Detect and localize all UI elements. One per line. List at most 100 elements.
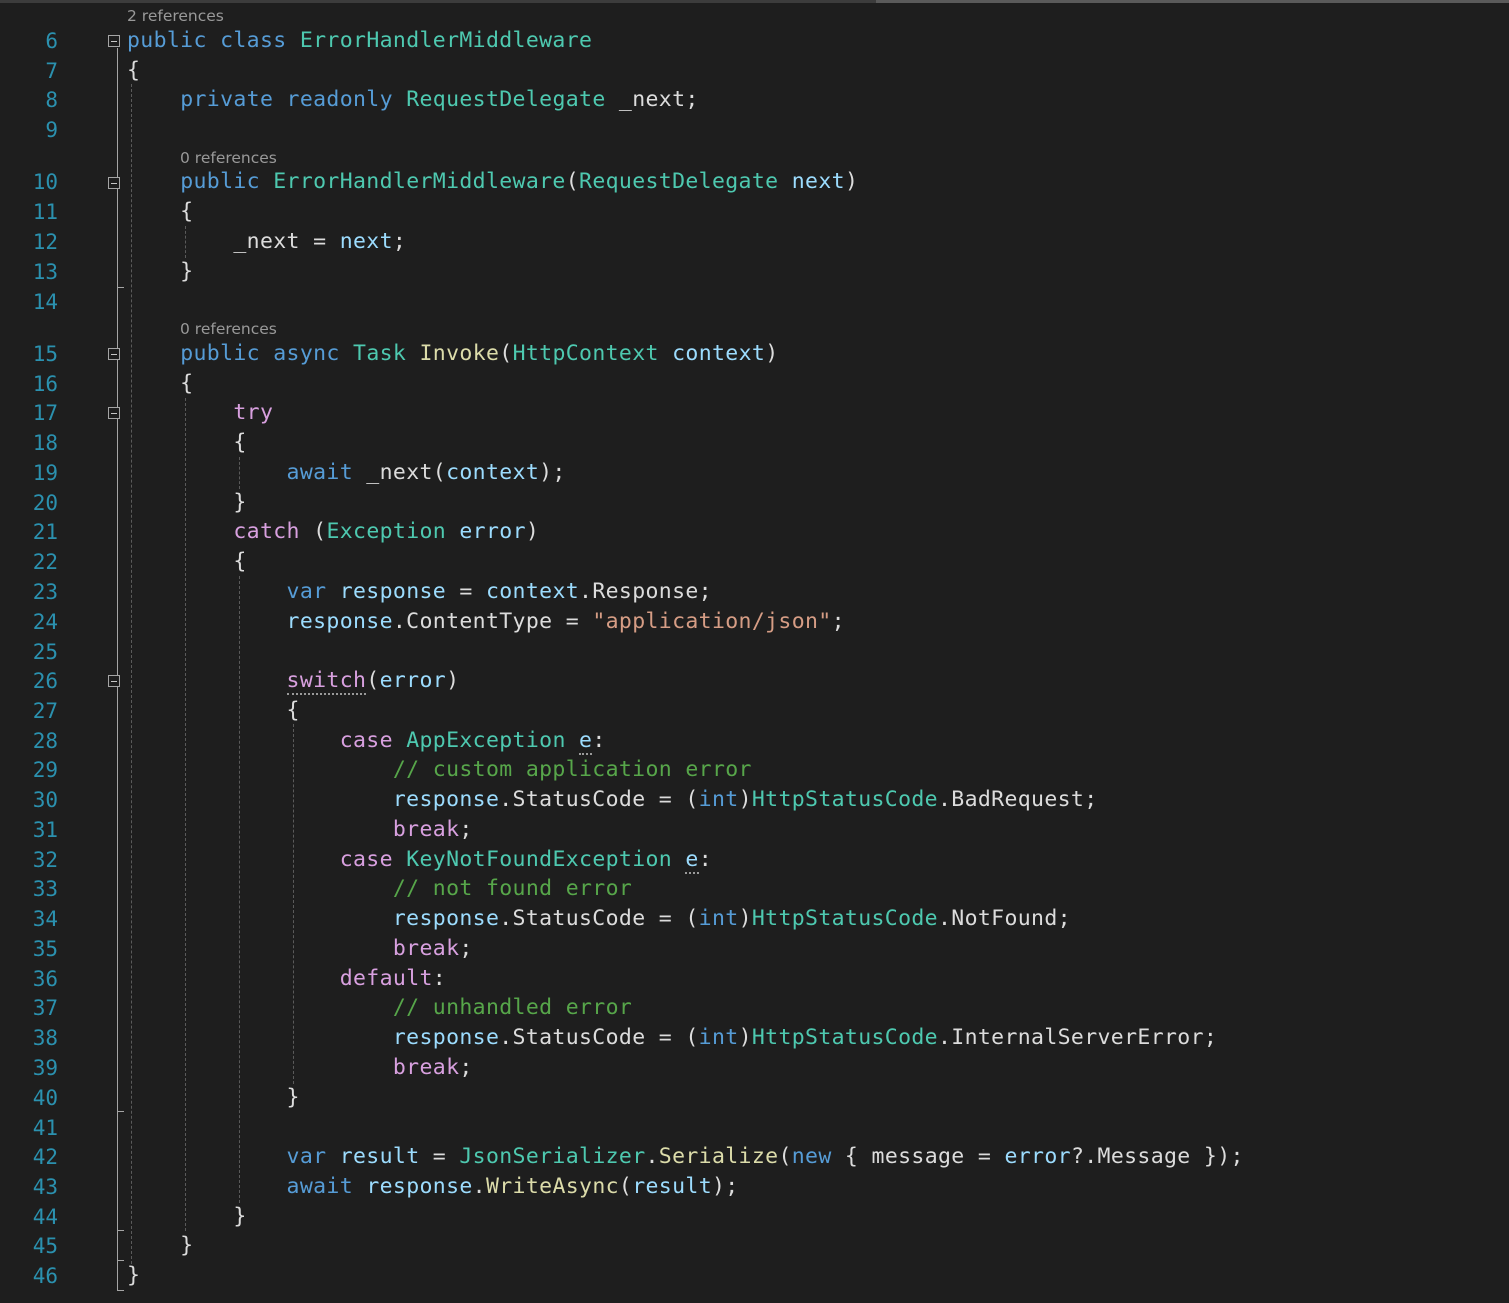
code-line[interactable]: case AppException e:: [127, 726, 606, 756]
code-line[interactable]: default:: [127, 964, 446, 994]
fold-toggle-constructor[interactable]: [108, 177, 120, 189]
line-number: 37: [32, 996, 58, 1020]
code-token: HttpStatusCode: [751, 906, 938, 931]
code-line[interactable]: switch(error): [127, 666, 459, 696]
line-number: 35: [32, 937, 58, 961]
code-token: public: [180, 169, 260, 194]
code-line[interactable]: {: [127, 547, 247, 577]
code-line[interactable]: response.StatusCode = (int)HttpStatusCod…: [127, 1023, 1217, 1053]
code-token: {: [127, 698, 300, 723]
code-token: }: [127, 490, 247, 515]
code-line[interactable]: public ErrorHandlerMiddleware(RequestDel…: [127, 167, 858, 197]
code-line[interactable]: case KeyNotFoundException e:: [127, 845, 712, 875]
code-line[interactable]: }: [127, 488, 247, 518]
line-number: 11: [32, 200, 58, 224]
code-line[interactable]: response.StatusCode = (int)HttpStatusCod…: [127, 785, 1098, 815]
fold-toggle-invoke[interactable]: [108, 348, 120, 360]
code-line[interactable]: var response = context.Response;: [127, 577, 712, 607]
code-line[interactable]: }: [127, 257, 193, 287]
fold-toggle-switch[interactable]: [108, 675, 120, 687]
line-number: 38: [32, 1026, 58, 1050]
code-line[interactable]: public async Task Invoke(HttpContext con…: [127, 339, 778, 369]
code-line[interactable]: {: [127, 369, 193, 399]
code-token: context: [672, 341, 766, 366]
code-line[interactable]: }: [127, 1202, 247, 1232]
code-line[interactable]: break;: [127, 934, 473, 964]
code-token: new: [791, 1144, 832, 1169]
code-token: result: [632, 1174, 712, 1199]
code-line[interactable]: response.ContentType = "application/json…: [127, 607, 845, 637]
code-token: ;: [459, 817, 473, 842]
code-token: }: [127, 1233, 194, 1258]
code-line[interactable]: catch (Exception error): [127, 517, 539, 547]
line-number: 9: [45, 118, 58, 142]
code-line[interactable]: await response.WriteAsync(result);: [127, 1172, 739, 1202]
code-line[interactable]: // custom application error: [127, 755, 752, 785]
codelens-constructor-references[interactable]: 0 references: [180, 148, 277, 168]
code-token: {: [127, 371, 194, 396]
fold-toggle-try[interactable]: [108, 407, 120, 419]
code-token: default: [339, 966, 433, 991]
code-token: :: [698, 847, 712, 872]
line-number: 14: [32, 290, 58, 314]
code-line[interactable]: }: [127, 1261, 140, 1291]
fold-toggle-class[interactable]: [108, 35, 120, 47]
line-number: 42: [32, 1145, 58, 1169]
code-line[interactable]: try: [127, 398, 273, 428]
codelens-invoke-references[interactable]: 0 references: [180, 319, 277, 339]
code-line[interactable]: private readonly RequestDelegate _next;: [127, 85, 699, 115]
outline-invoke-end: [117, 1260, 124, 1261]
line-number: 31: [32, 818, 58, 842]
line-number: 30: [32, 788, 58, 812]
code-token: ;: [459, 936, 473, 961]
code-token: {: [127, 549, 247, 574]
code-line[interactable]: {: [127, 56, 140, 86]
code-line[interactable]: var result = JsonSerializer.Serialize(ne…: [127, 1142, 1244, 1172]
code-line[interactable]: break;: [127, 1053, 473, 1083]
code-line[interactable]: public class ErrorHandlerMiddleware: [127, 26, 592, 56]
code-line[interactable]: response.StatusCode = (int)HttpStatusCod…: [127, 904, 1071, 934]
code-line[interactable]: {: [127, 197, 193, 227]
line-number: 39: [32, 1056, 58, 1080]
code-token: JsonSerializer: [459, 1144, 646, 1169]
code-token: private: [180, 87, 274, 112]
code-token: .NotFound;: [937, 906, 1071, 931]
line-number: 29: [32, 758, 58, 782]
code-token: var: [286, 1144, 327, 1169]
code-line[interactable]: // not found error: [127, 874, 632, 904]
code-line[interactable]: }: [127, 1083, 300, 1113]
line-number: 25: [32, 640, 58, 664]
code-token: await: [286, 1174, 354, 1199]
code-line[interactable]: {: [127, 428, 247, 458]
code-token: RequestDelegate: [406, 87, 606, 112]
code-line[interactable]: _next = next;: [127, 227, 406, 257]
code-token: // custom application error: [392, 757, 752, 782]
code-token: KeyNotFoundException: [406, 847, 673, 872]
code-token: catch: [233, 519, 300, 544]
code-token: .Response;: [579, 579, 712, 604]
outline-class-end: [117, 1290, 124, 1291]
code-line[interactable]: }: [127, 1231, 193, 1261]
code-token: Invoke: [419, 341, 500, 366]
code-line[interactable]: {: [127, 696, 300, 726]
codelens-class-references[interactable]: 2 references: [127, 6, 224, 26]
code-editor[interactable]: 2 references 0 references 0 references 6…: [0, 0, 1509, 1303]
line-number: 40: [32, 1086, 58, 1110]
code-line[interactable]: break;: [127, 815, 473, 845]
code-line[interactable]: await _next(context);: [127, 458, 566, 488]
code-token: HttpContext: [512, 341, 659, 366]
code-line[interactable]: // unhandled error: [127, 993, 632, 1023]
